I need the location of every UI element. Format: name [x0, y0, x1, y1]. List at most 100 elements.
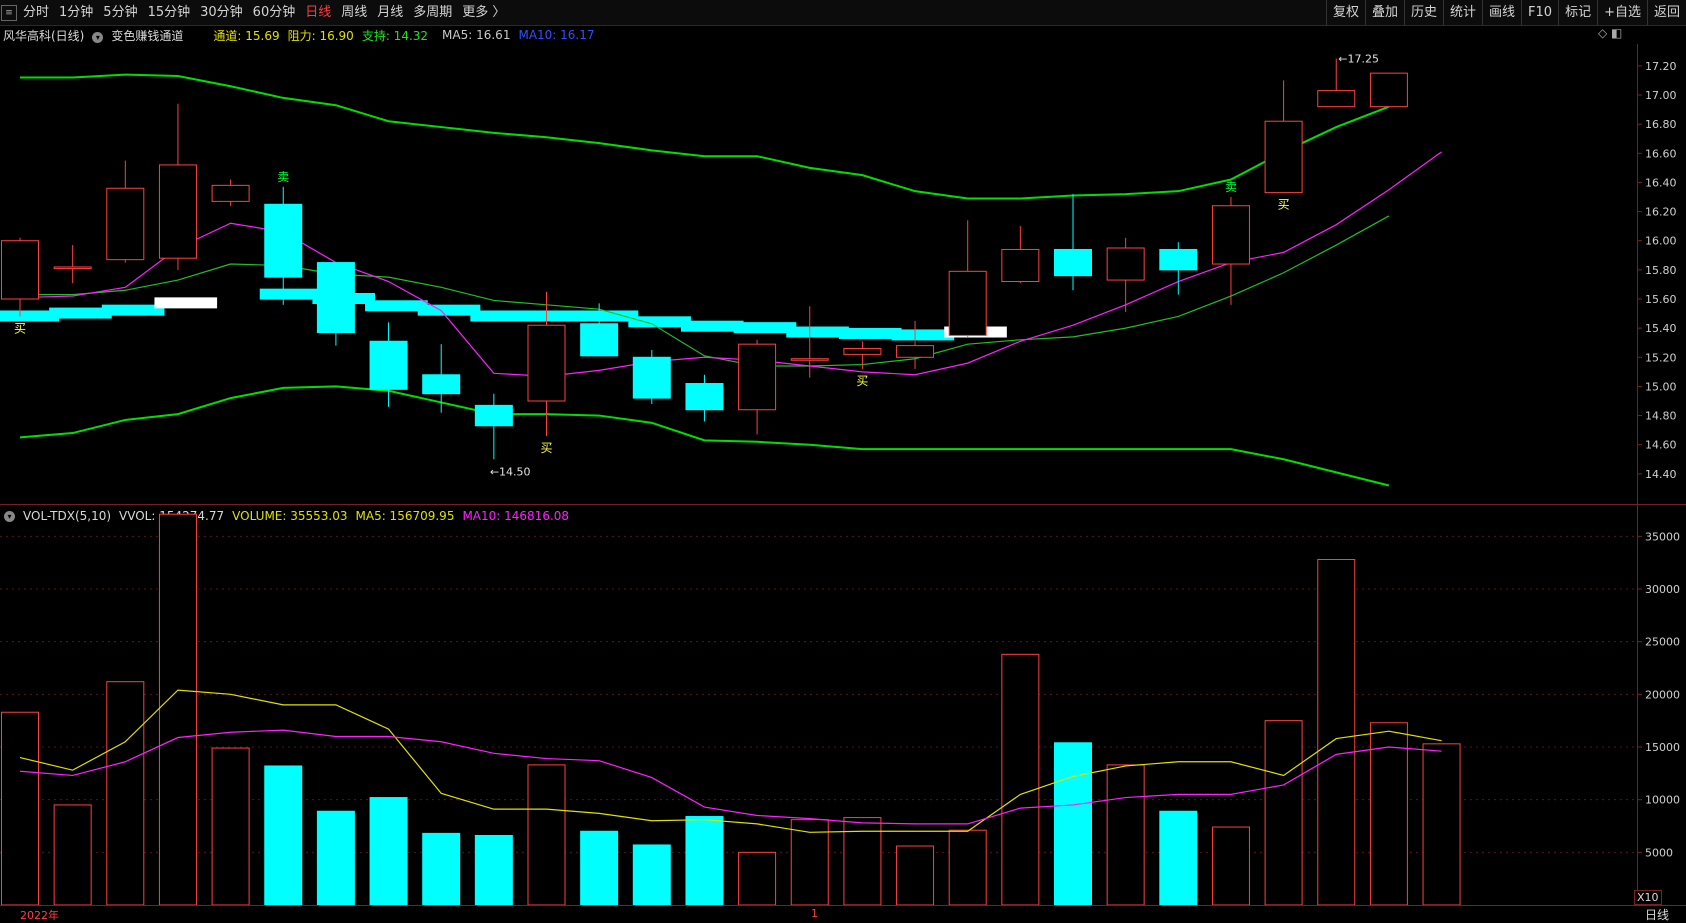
sell-signal-1: 卖 — [1225, 180, 1237, 194]
tab-period-4[interactable]: 30分钟 — [195, 0, 248, 25]
volume-bar-1 — [53, 804, 92, 906]
tab-period-8[interactable]: 月线 — [372, 0, 408, 25]
volume-ma10-value: MA10: 146816.08 — [462, 509, 570, 523]
volume-bar-23 — [1211, 826, 1250, 906]
volume-ma10-line — [19, 729, 1442, 825]
tab-period-0[interactable]: 分时 — [18, 0, 54, 25]
kline-chart[interactable]: 14.40 14.60 14.80 15.00 15.20 15.40 15.60 15.80… — [0, 0, 1686, 921]
buy-signal-0: 买 — [14, 321, 26, 335]
channel-block-7 — [417, 304, 481, 316]
buy-signal-3: 买 — [1278, 198, 1290, 212]
candle-body-0 — [1, 240, 39, 300]
price-tick-label-7: 15.80 — [1645, 264, 1677, 277]
ma5-line — [19, 151, 1442, 377]
top-toolbar: ≡ 分时 1分钟 5分钟 15分钟 30分钟 60分钟 日线 周线 月线 多周期 更多 〉 复权 叠加… — [0, 0, 1686, 26]
candle-body-17 — [896, 345, 935, 358]
high-marker: ←17.25 — [1338, 53, 1379, 66]
buy-signal-1: 买 — [541, 441, 553, 455]
date-axis: 2022年 1 日线 — [0, 905, 1686, 922]
candle-body-4 — [211, 184, 250, 202]
volume-bar-18 — [948, 829, 987, 906]
candle-body-8 — [422, 374, 461, 395]
channel-block-0 — [0, 310, 60, 322]
volume-bar-2 — [106, 681, 145, 906]
tab-period-1[interactable]: 1分钟 — [54, 0, 98, 25]
panel-divider — [0, 504, 1686, 505]
channel-block-13 — [733, 322, 797, 334]
candle-body-25 — [1317, 90, 1356, 108]
toolbar-button-0[interactable]: 复权 — [1325, 0, 1365, 25]
tab-period-3[interactable]: 15分钟 — [143, 0, 196, 25]
volume-indicator-name[interactable]: VOL-TDX(5,10) — [23, 509, 111, 523]
vvol-value: VVOL: 154274.77 — [119, 509, 225, 523]
tab-period-10[interactable]: 更多 〉 — [457, 0, 510, 25]
channel-value: 通道: 15.69 — [213, 28, 280, 43]
candle-body-10 — [527, 324, 566, 402]
price-tick-label-9: 16.20 — [1645, 206, 1677, 219]
price-tick-label-13: 17.00 — [1645, 89, 1677, 102]
candle-body-20 — [1054, 248, 1092, 277]
price-tick-label-0: 14.40 — [1645, 468, 1677, 481]
toolbar-button-2[interactable]: 历史 — [1403, 0, 1443, 25]
candle-body-23 — [1211, 205, 1250, 265]
price-tick-label-3: 15.00 — [1645, 380, 1677, 393]
toolbar-buttons: 复权 叠加 历史 统计 画线 F10 标记 +自选 返回 — [1325, 0, 1686, 25]
candle-body-13 — [685, 383, 724, 411]
volume-bar-21 — [1106, 764, 1145, 906]
volume-tick-label-5: 30000 — [1645, 583, 1680, 596]
price-axis-line — [1637, 44, 1638, 504]
volume-bar-15 — [790, 819, 829, 906]
volume-tick-label-2: 15000 — [1645, 741, 1680, 754]
candle-body-1 — [53, 266, 92, 269]
tab-period-7[interactable]: 周线 — [336, 0, 372, 25]
ma10-value: MA10: 16.17 — [518, 28, 595, 42]
resist-value: 阻力: 16.90 — [287, 28, 354, 43]
channel-block-17 — [944, 326, 1007, 338]
month-label: 1 — [811, 907, 818, 920]
volume-bar-13 — [685, 816, 724, 906]
candle-body-15 — [790, 358, 829, 361]
channel-block-8 — [470, 310, 533, 322]
low-marker: ←14.50 — [490, 465, 531, 478]
indicator-name[interactable]: ▾ 变色赚钱通道 — [92, 27, 191, 44]
tab-period-6[interactable]: 日线 — [300, 0, 336, 25]
toolbar-button-4[interactable]: 画线 — [1482, 0, 1521, 25]
volume-bar-10 — [527, 764, 566, 906]
volume-bar-14 — [738, 851, 777, 906]
volume-legend: ▾ VOL-TDX(5,10) VVOL: 154274.77 VOLUME: … — [0, 507, 577, 525]
candle-body-22 — [1159, 248, 1198, 271]
lower-band-line — [19, 385, 1390, 487]
volume-bar-20 — [1054, 742, 1092, 906]
volume-value: VOLUME: 35553.03 — [232, 509, 348, 523]
tab-period-9[interactable]: 多周期 — [408, 0, 457, 25]
volume-bar-9 — [474, 834, 513, 906]
toolbar-button-5[interactable]: F10 — [1521, 0, 1558, 25]
price-tick-label-5: 15.40 — [1645, 322, 1677, 335]
candle-body-19 — [1001, 248, 1040, 283]
period-label[interactable]: 日线 — [1645, 906, 1669, 923]
channel-block-11 — [628, 316, 691, 328]
candle-body-3 — [158, 164, 197, 259]
volume-dropdown-icon[interactable]: ▾ — [4, 510, 15, 522]
volume-tick-label-3: 20000 — [1645, 688, 1680, 701]
tab-period-2[interactable]: 5分钟 — [98, 0, 142, 25]
volume-tick-label-6: 35000 — [1645, 530, 1680, 543]
candle-body-7 — [369, 340, 408, 390]
toolbar-button-7[interactable]: +自选 — [1597, 0, 1647, 25]
toolbar-button-1[interactable]: 叠加 — [1364, 0, 1404, 25]
tab-period-5[interactable]: 60分钟 — [248, 0, 301, 25]
buy-signal-2: 买 — [856, 374, 868, 388]
toolbar-button-6[interactable]: 标记 — [1558, 0, 1597, 25]
candle-body-14 — [738, 343, 777, 411]
toolbar-button-3[interactable]: 统计 — [1443, 0, 1482, 25]
volume-tick-label-4: 25000 — [1645, 636, 1680, 649]
channel-block-6 — [365, 300, 428, 312]
toolbar-button-8[interactable]: 返回 — [1646, 0, 1686, 25]
stock-name[interactable]: 风华高科(日线) — [3, 27, 84, 44]
volume-ma5-value: MA5: 156709.95 — [355, 509, 455, 523]
menu-icon[interactable]: ≡ — [1, 5, 17, 21]
price-tick-label-11: 16.60 — [1645, 147, 1677, 160]
price-tick-label-4: 15.20 — [1645, 351, 1677, 364]
volume-bar-7 — [369, 797, 408, 906]
corner-icons[interactable]: ◇ ◧ — [1598, 26, 1622, 40]
